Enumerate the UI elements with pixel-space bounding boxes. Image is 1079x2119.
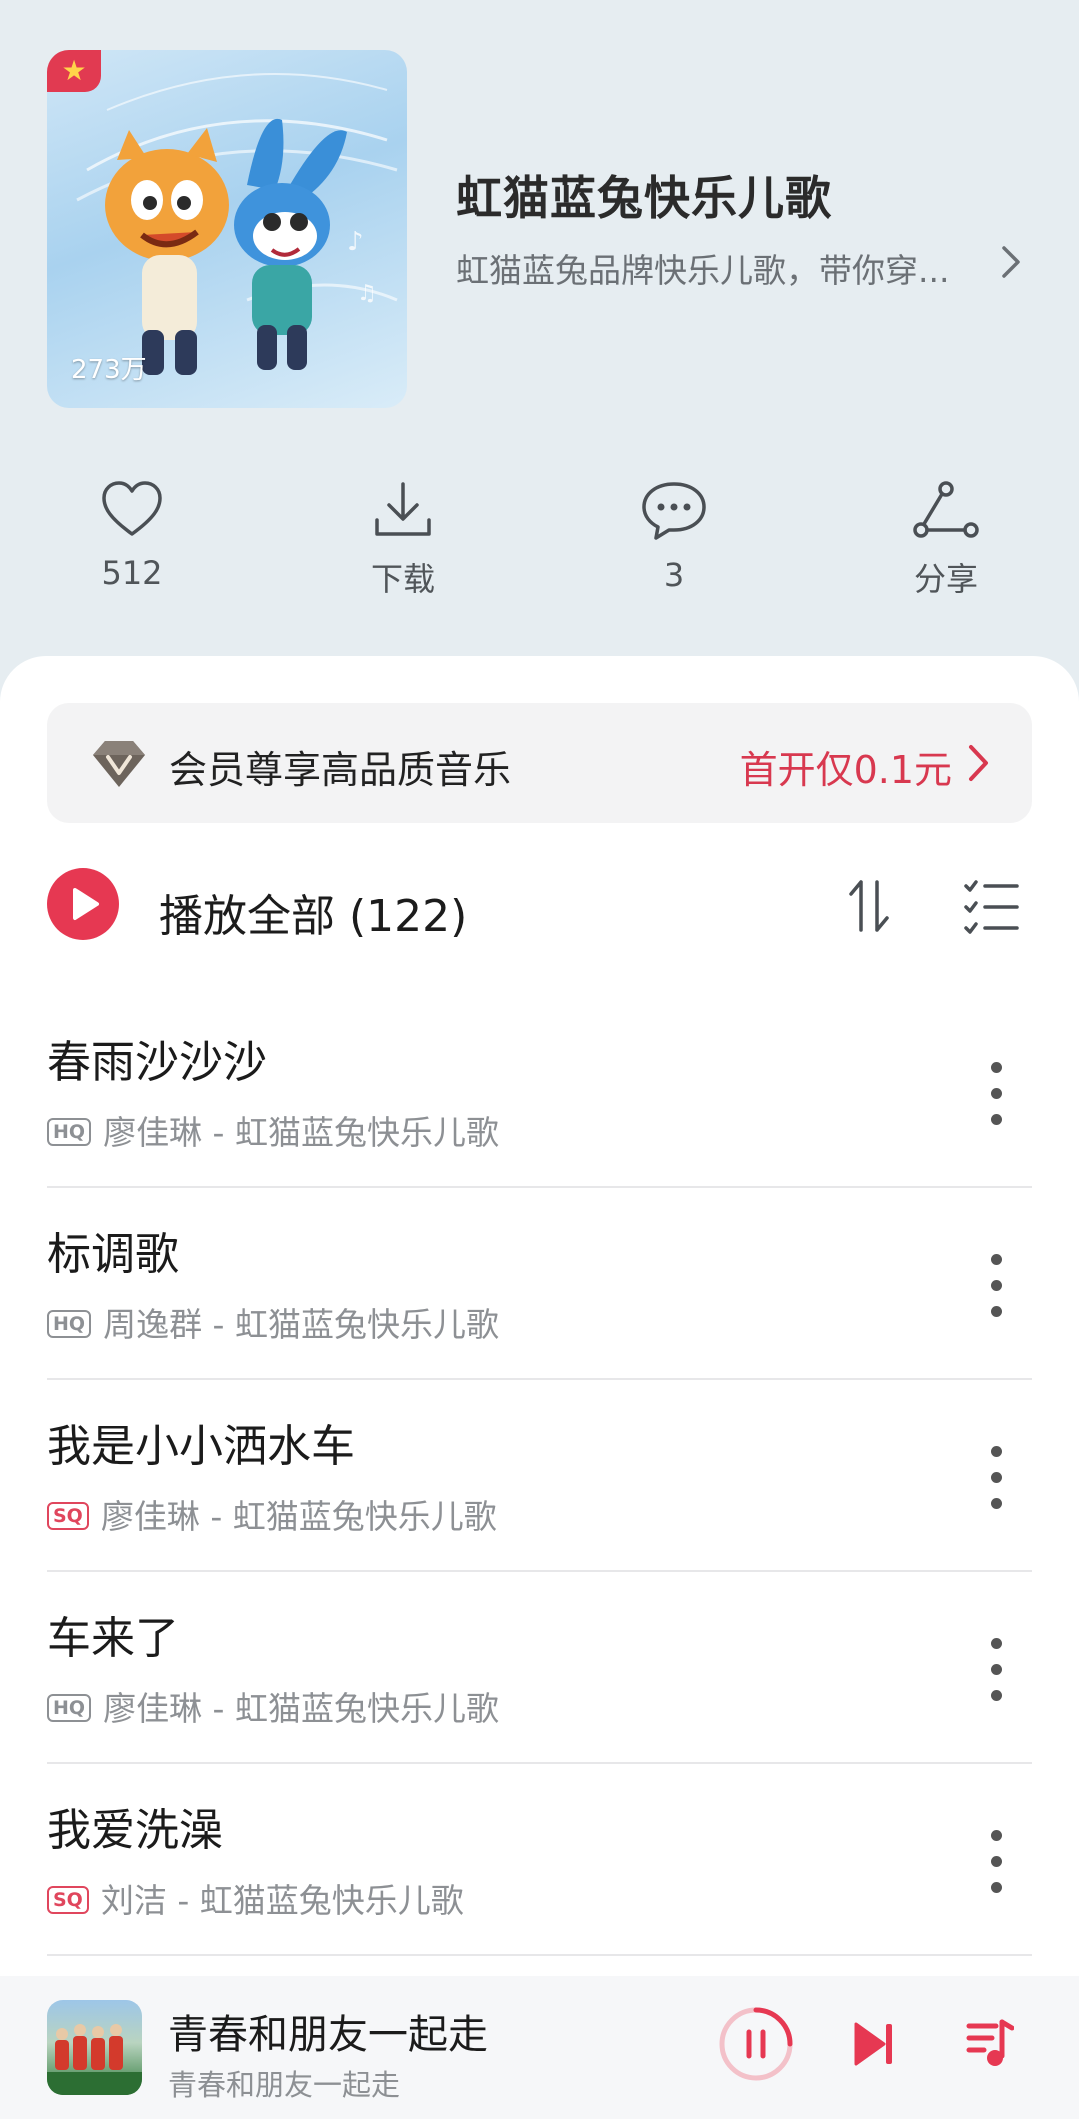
- more-options-icon[interactable]: [986, 1446, 1006, 1510]
- song-meta: HQ 廖佳琳 - 虹猫蓝兔快乐儿歌: [47, 1106, 499, 1154]
- song-title: 我爱洗澡: [47, 1805, 223, 1856]
- download-button[interactable]: 下载: [323, 480, 483, 600]
- playlist-cover[interactable]: ♪ ♫ ★ 273万: [47, 50, 407, 408]
- mini-player[interactable]: 青春和朋友一起走 青春和朋友一起走: [0, 1976, 1079, 2119]
- chevron-right-icon[interactable]: [996, 242, 1026, 282]
- playlist-description[interactable]: 虹猫蓝兔品牌快乐儿歌，带你穿...: [456, 244, 996, 292]
- song-title: 我是小小洒水车: [47, 1421, 355, 1472]
- song-title: 春雨沙沙沙: [47, 1037, 267, 1088]
- song-row[interactable]: 春雨沙沙沙 HQ 廖佳琳 - 虹猫蓝兔快乐儿歌: [47, 996, 1032, 1188]
- play-all-row: 播放全部 (122): [47, 868, 1032, 954]
- more-options-icon[interactable]: [986, 1638, 1006, 1702]
- playlist-queue-icon[interactable]: [966, 2018, 1014, 2068]
- song-artist-album: 刘洁 - 虹猫蓝兔快乐儿歌: [100, 1881, 464, 1920]
- quality-badge: HQ: [47, 1118, 92, 1146]
- song-artist-album: 廖佳琳 - 虹猫蓝兔快乐儿歌: [103, 1113, 499, 1152]
- song-title: 车来了: [47, 1613, 179, 1664]
- quality-badge: SQ: [47, 1886, 89, 1914]
- song-meta: SQ 廖佳琳 - 虹猫蓝兔快乐儿歌: [47, 1490, 497, 1538]
- now-playing-title[interactable]: 青春和朋友一起走: [168, 2002, 488, 2060]
- svg-text:♫: ♫: [357, 281, 377, 306]
- song-row[interactable]: 我是小小洒水车 SQ 廖佳琳 - 虹猫蓝兔快乐儿歌: [47, 1380, 1032, 1572]
- comment-button[interactable]: 3: [594, 480, 754, 594]
- song-artist-album: 廖佳琳 - 虹猫蓝兔快乐儿歌: [100, 1497, 497, 1536]
- more-options-icon[interactable]: [986, 1062, 1006, 1126]
- star-icon: ★: [47, 50, 101, 92]
- now-playing-subtitle: 青春和朋友一起走: [168, 2068, 401, 2102]
- quality-badge: SQ: [47, 1502, 89, 1530]
- song-meta: HQ 周逸群 - 虹猫蓝兔快乐儿歌: [47, 1298, 499, 1346]
- next-track-icon[interactable]: [852, 2020, 896, 2068]
- vip-banner[interactable]: 会员尊享高品质音乐 首开仅0.1元: [47, 703, 1032, 823]
- more-options-icon[interactable]: [986, 1254, 1006, 1318]
- multi-select-icon[interactable]: [963, 880, 1019, 934]
- action-bar: 512 下载 3 分享: [0, 480, 1079, 610]
- song-row[interactable]: 标调歌 HQ 周逸群 - 虹猫蓝兔快乐儿歌: [47, 1188, 1032, 1380]
- song-artist-album: 廖佳琳 - 虹猫蓝兔快乐儿歌: [103, 1689, 499, 1728]
- quality-badge: HQ: [47, 1694, 92, 1722]
- song-meta: HQ 廖佳琳 - 虹猫蓝兔快乐儿歌: [47, 1682, 499, 1730]
- play-all-label[interactable]: 播放全部 (122): [159, 880, 467, 944]
- play-icon: [73, 888, 99, 920]
- song-meta: SQ 刘洁 - 虹猫蓝兔快乐儿歌: [47, 1874, 464, 1922]
- comment-icon: [642, 482, 706, 540]
- song-artist-album: 周逸群 - 虹猫蓝兔快乐儿歌: [103, 1305, 499, 1344]
- album-art: [47, 2024, 142, 2095]
- diamond-vip-icon: [93, 741, 145, 787]
- playlist-sheet: 会员尊享高品质音乐 首开仅0.1元 播放全部 (122) 春雨沙沙沙 HQ 廖佳琳…: [0, 656, 1079, 2119]
- share-icon: [913, 481, 979, 538]
- chevron-right-icon: [969, 745, 988, 781]
- song-title: 标调歌: [47, 1229, 179, 1280]
- sort-icon[interactable]: [847, 878, 891, 934]
- play-all-button[interactable]: [47, 868, 119, 940]
- heart-icon: [102, 481, 162, 536]
- download-icon: [375, 482, 431, 536]
- share-label: 分享: [913, 560, 978, 598]
- share-button[interactable]: 分享: [866, 480, 1026, 600]
- more-options-icon[interactable]: [986, 1830, 1006, 1894]
- play-count: 273万: [71, 355, 147, 385]
- vip-text: 会员尊享高品质音乐: [169, 748, 512, 792]
- vip-offer: 首开仅0.1元: [739, 748, 952, 792]
- song-row[interactable]: 我爱洗澡 SQ 刘洁 - 虹猫蓝兔快乐儿歌: [47, 1764, 1032, 1956]
- quality-badge: HQ: [47, 1310, 92, 1338]
- playlist-title: 虹猫蓝兔快乐儿歌: [456, 171, 832, 225]
- pause-icon[interactable]: [718, 2006, 794, 2082]
- song-list: 春雨沙沙沙 HQ 廖佳琳 - 虹猫蓝兔快乐儿歌 标调歌 HQ 周逸群 - 虹猫蓝兔快…: [47, 996, 1032, 1956]
- comment-count: 3: [663, 556, 685, 594]
- like-count: 512: [101, 554, 163, 592]
- song-row[interactable]: 车来了 HQ 廖佳琳 - 虹猫蓝兔快乐儿歌: [47, 1572, 1032, 1764]
- svg-text:♪: ♪: [347, 227, 364, 257]
- download-label: 下载: [370, 560, 435, 598]
- like-button[interactable]: 512: [52, 480, 212, 592]
- now-playing-artwork[interactable]: [47, 2000, 142, 2095]
